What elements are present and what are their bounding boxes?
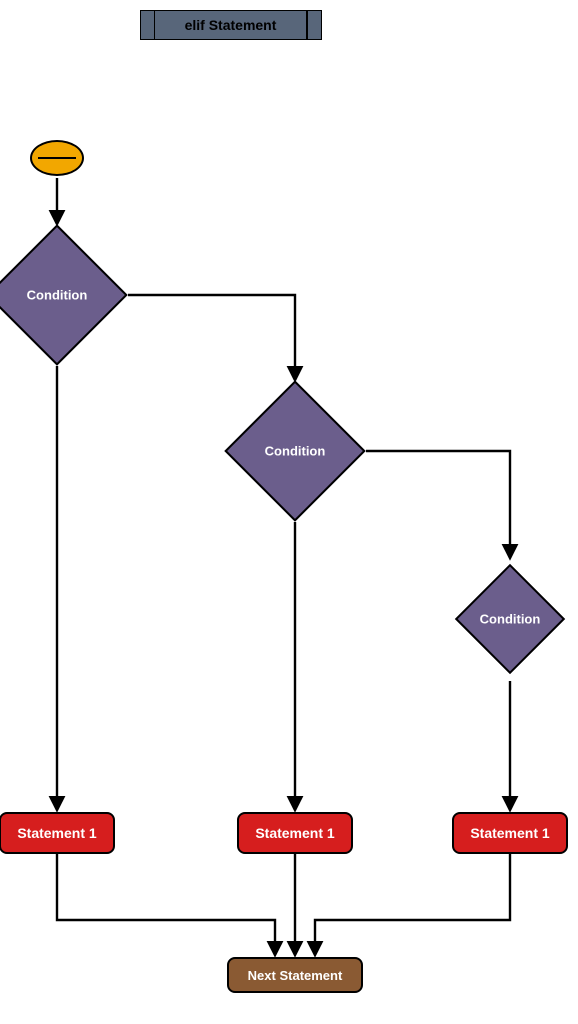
statement-1-label: Statement 1 [17,825,96,841]
diagram-title: elif Statement [155,11,307,39]
edge-s3-next [315,854,510,955]
statement-2: Statement 1 [237,812,353,854]
diagram-canvas: elif Statement Condition [0,0,578,1024]
statement-3: Statement 1 [452,812,568,854]
start-node [30,140,84,176]
title-bar: elif Statement [140,10,322,40]
statement-3-label: Statement 1 [470,825,549,841]
title-bar-handle-right [307,11,321,39]
decision-3: Condition [455,564,565,674]
title-bar-handle-left [141,11,155,39]
edge-cond2-cond3 [366,451,510,558]
decision-2-label: Condition [265,444,326,459]
decision-1-label: Condition [27,288,88,303]
decision-2: Condition [224,380,365,521]
edge-cond1-cond2 [128,295,295,380]
next-statement-label: Next Statement [248,968,343,983]
edge-s1-next [57,854,275,955]
decision-1: Condition [0,224,128,365]
statement-2-label: Statement 1 [255,825,334,841]
next-statement: Next Statement [227,957,363,993]
decision-3-label: Condition [480,612,541,627]
statement-1: Statement 1 [0,812,115,854]
